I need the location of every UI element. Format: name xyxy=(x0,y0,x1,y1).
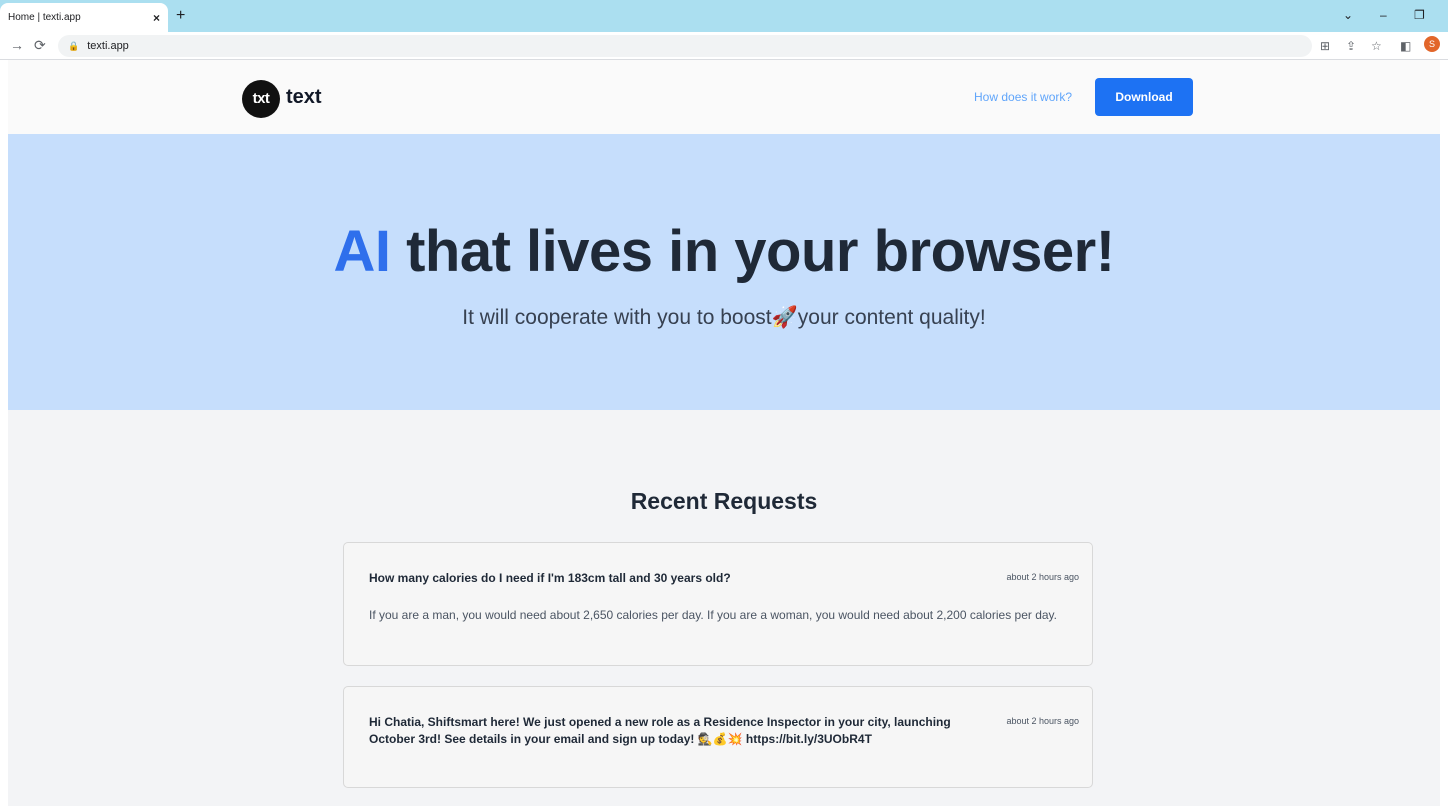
rocket-icon: 🚀 xyxy=(771,306,798,329)
website-viewport: txt text How does it work? Download AI t… xyxy=(8,60,1440,806)
hero-section: AI that lives in your browser! It will c… xyxy=(8,134,1440,410)
forward-icon[interactable]: → xyxy=(10,37,24,53)
hero-subtitle: It will cooperate with you to boost🚀your… xyxy=(8,306,1440,330)
request-card[interactable]: How many calories do I need if I'm 183cm… xyxy=(343,542,1093,666)
hero-subtitle-after: your content quality! xyxy=(797,306,986,329)
minimize-icon[interactable]: – xyxy=(1380,8,1387,22)
tab-close-icon[interactable]: × xyxy=(153,11,160,25)
request-question: How many calories do I need if I'm 183cm… xyxy=(369,571,731,585)
request-time: about 2 hours ago xyxy=(1006,572,1079,582)
hero-title-rest: that lives in your browser! xyxy=(390,219,1115,284)
hero-title: AI that lives in your browser! xyxy=(8,218,1440,285)
reload-icon[interactable]: ⟳ xyxy=(34,37,46,54)
browser-tab[interactable]: Home | texti.app × xyxy=(0,3,168,32)
how-it-works-link[interactable]: How does it work? xyxy=(974,90,1072,104)
request-time: about 2 hours ago xyxy=(1006,716,1079,726)
restore-icon[interactable]: ❐ xyxy=(1414,8,1425,22)
profile-avatar[interactable]: S xyxy=(1424,36,1440,52)
request-answer: If you are a man, you would need about 2… xyxy=(369,608,1057,622)
request-question: Hi Chatia, Shiftsmart here! We just open… xyxy=(369,715,951,746)
logo-text[interactable]: text xyxy=(286,86,322,109)
browser-tab-strip: Home | texti.app × + ⌄ – ❐ xyxy=(0,0,1448,32)
site-header: txt text How does it work? Download xyxy=(8,60,1440,134)
download-button[interactable]: Download xyxy=(1095,78,1193,116)
tab-search-icon[interactable]: ⌄ xyxy=(1343,8,1353,22)
side-panel-icon[interactable]: ◧ xyxy=(1400,39,1411,53)
tab-title: Home | texti.app xyxy=(8,12,81,23)
bookmark-star-icon[interactable]: ☆ xyxy=(1371,39,1382,53)
address-bar-row: → ⟳ 🔒 texti.app ⊞ ⇪ ☆ ◧ xyxy=(0,32,1448,60)
recent-requests-title: Recent Requests xyxy=(630,488,818,514)
new-tab-button[interactable]: + xyxy=(176,7,185,25)
share-icon[interactable]: ⇪ xyxy=(1346,39,1356,53)
translate-icon[interactable]: ⊞ xyxy=(1320,39,1330,53)
url-text: texti.app xyxy=(87,40,129,52)
logo-mark[interactable]: txt xyxy=(242,80,280,118)
hero-subtitle-before: It will cooperate with you to boost xyxy=(462,306,772,329)
lock-icon: 🔒 xyxy=(68,40,80,51)
omnibox[interactable]: 🔒 texti.app xyxy=(58,35,1312,57)
request-card[interactable]: Hi Chatia, Shiftsmart here! We just open… xyxy=(343,686,1093,788)
hero-title-accent: AI xyxy=(333,219,391,284)
